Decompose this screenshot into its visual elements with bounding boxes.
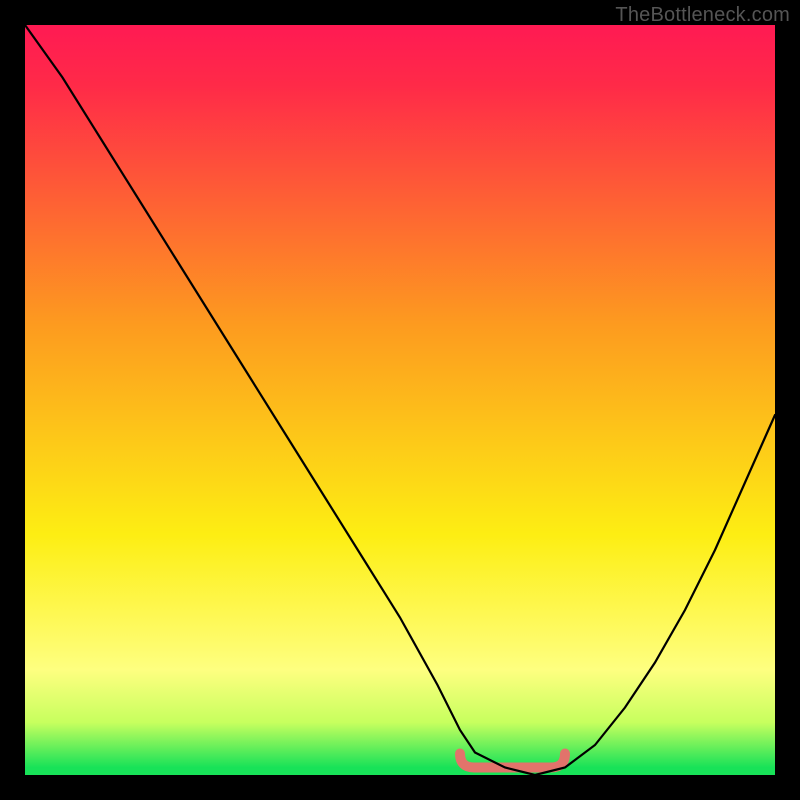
chart-stage: TheBottleneck.com [0, 0, 800, 800]
curve-layer [25, 25, 775, 775]
watermark-text: TheBottleneck.com [615, 4, 790, 27]
plot-area [25, 25, 775, 775]
bottleneck-curve [25, 25, 775, 775]
optimal-range-marker [460, 754, 565, 768]
